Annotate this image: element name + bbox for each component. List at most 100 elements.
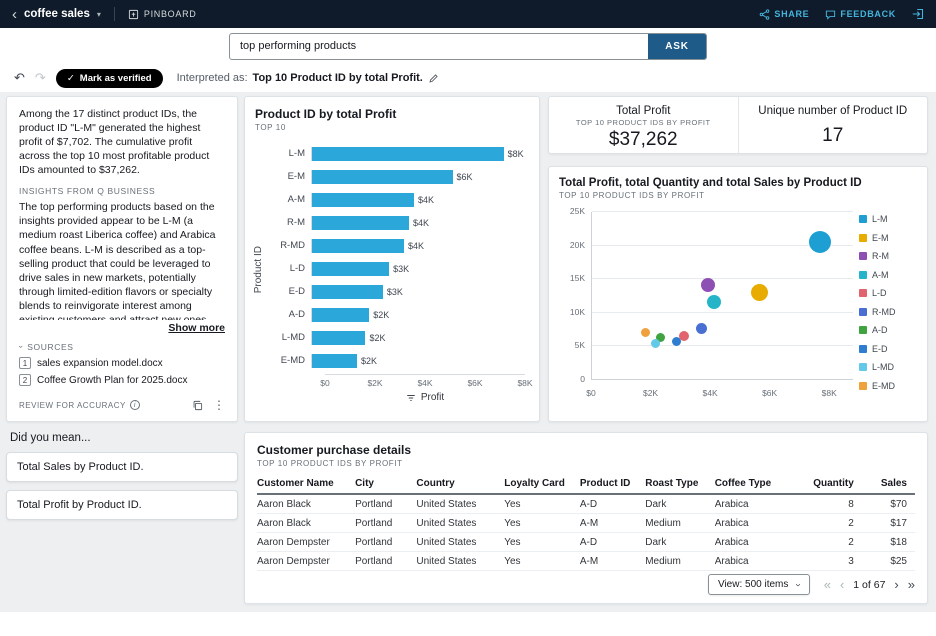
show-more-link[interactable]: Show more [19, 322, 225, 334]
did-you-mean-list: Total Sales by Product ID. Total Profit b… [6, 452, 238, 520]
sources-header-label: SOURCES [27, 342, 73, 352]
bar-row[interactable]: E-MD$2K [269, 349, 529, 372]
bar-row[interactable]: A-M$4K [269, 188, 529, 211]
column-header[interactable]: Country [416, 474, 504, 494]
bar-row[interactable]: L-D$3K [269, 257, 529, 280]
legend-item[interactable]: E-D [859, 344, 917, 354]
legend-label: E-MD [872, 381, 895, 391]
bar[interactable] [312, 262, 389, 276]
table-scroll-area[interactable]: Customer NameCityCountryLoyalty CardProd… [257, 474, 915, 571]
kpi-unique-product-ids: Unique number of Product ID 17 [739, 97, 928, 153]
scatter-point-L-MD[interactable] [651, 339, 660, 348]
bar[interactable] [312, 193, 414, 207]
bar[interactable] [312, 170, 453, 184]
bar-row[interactable]: E-D$3K [269, 280, 529, 303]
scatter-point-A-M[interactable] [707, 295, 721, 309]
question-search-box: ASK [229, 33, 707, 60]
edit-pencil-icon[interactable] [428, 73, 439, 84]
bar-row[interactable]: R-MD$4K [269, 234, 529, 257]
column-header[interactable]: Roast Type [645, 474, 714, 494]
scatter-point-R-MD[interactable] [696, 323, 707, 334]
column-header[interactable]: Product ID [580, 474, 645, 494]
table-cell: Arabica [715, 552, 801, 571]
column-header[interactable]: City [355, 474, 416, 494]
bar-value-label: $4K [413, 218, 429, 228]
first-page-icon[interactable]: « [824, 578, 831, 591]
bar-row[interactable]: A-D$2K [269, 303, 529, 326]
table-row: Aaron BlackPortlandUnited StatesYesA-MMe… [257, 514, 915, 533]
column-header[interactable]: Customer Name [257, 474, 355, 494]
view-items-dropdown[interactable]: View: 500 items › [708, 574, 810, 595]
scatter-point-E-MD[interactable] [641, 328, 650, 337]
top-bar: ‹ coffee sales ▾ PINBOARD SHARE FEEDBACK [0, 0, 936, 28]
source-item[interactable]: 2Coffee Growth Plan for 2025.docx [19, 374, 225, 386]
table-cell: Yes [504, 514, 580, 533]
bar-row[interactable]: L-MD$2K [269, 326, 529, 349]
pinboard-button[interactable]: PINBOARD [128, 9, 197, 20]
bar[interactable] [312, 354, 357, 368]
bar[interactable] [312, 216, 409, 230]
legend-item[interactable]: R-MD [859, 307, 917, 317]
divider [114, 7, 115, 21]
sources-toggle[interactable]: › SOURCES [19, 342, 225, 352]
table-cell: Portland [355, 533, 416, 552]
copy-icon[interactable] [192, 400, 203, 411]
bar[interactable] [312, 285, 383, 299]
feedback-button[interactable]: FEEDBACK [825, 9, 896, 20]
legend-item[interactable]: R-M [859, 251, 917, 261]
source-item[interactable]: 1sales expansion model.docx [19, 357, 225, 369]
suggestion-card[interactable]: Total Profit by Product ID. [6, 490, 238, 520]
legend-item[interactable]: E-M [859, 233, 917, 243]
bar-row[interactable]: E-M$6K [269, 165, 529, 188]
scatter-point-E-M[interactable] [751, 284, 768, 301]
back-icon[interactable]: ‹ [12, 7, 17, 22]
legend-item[interactable]: A-M [859, 270, 917, 280]
share-icon [759, 9, 770, 20]
bar-row[interactable]: L-M$8K [269, 142, 529, 165]
search-input[interactable] [230, 40, 648, 52]
scatter-point-L-M[interactable] [809, 231, 831, 253]
legend-item[interactable]: A-D [859, 325, 917, 335]
redo-icon[interactable]: ↷ [35, 70, 46, 86]
scatter-chart-panel: Total Profit, total Quantity and total S… [548, 166, 928, 422]
kebab-menu-icon[interactable]: ⋮ [213, 399, 225, 411]
legend-item[interactable]: L-D [859, 288, 917, 298]
sign-out-button[interactable] [912, 8, 924, 20]
bar[interactable] [312, 308, 369, 322]
chevron-down-icon: › [17, 345, 25, 348]
table-cell: 8 [801, 494, 862, 514]
share-button[interactable]: SHARE [759, 9, 809, 20]
sign-out-icon [912, 8, 924, 20]
legend-item[interactable]: L-M [859, 214, 917, 224]
scatter-point-E-D[interactable] [672, 337, 681, 346]
bar-track: $3K [311, 262, 511, 276]
bar[interactable] [312, 239, 404, 253]
undo-icon[interactable]: ↶ [14, 70, 25, 86]
column-header[interactable]: Sales [862, 474, 915, 494]
pinboard-title[interactable]: coffee sales [24, 8, 90, 20]
scatter-point-R-M[interactable] [701, 278, 715, 292]
bar-category-label: L-D [269, 263, 311, 274]
bar[interactable] [312, 147, 504, 161]
sort-icon[interactable] [406, 393, 416, 403]
column-header[interactable]: Quantity [801, 474, 862, 494]
bar-row[interactable]: R-M$4K [269, 211, 529, 234]
column-header[interactable]: Loyalty Card [504, 474, 580, 494]
info-icon[interactable]: i [130, 400, 140, 410]
chevron-down-icon[interactable]: ▾ [97, 10, 101, 19]
bar[interactable] [312, 331, 365, 345]
suggestion-card[interactable]: Total Sales by Product ID. [6, 452, 238, 482]
last-page-icon[interactable]: » [908, 578, 915, 591]
gridline [592, 312, 853, 313]
table-cell: Arabica [715, 514, 801, 533]
mark-as-verified-button[interactable]: ✓ Mark as verified [56, 69, 163, 88]
previous-page-icon[interactable]: ‹ [840, 578, 844, 591]
bar-value-label: $2K [373, 310, 389, 320]
column-header[interactable]: Coffee Type [715, 474, 801, 494]
ask-button[interactable]: ASK [648, 34, 706, 59]
legend-item[interactable]: E-MD [859, 381, 917, 391]
legend-item[interactable]: L-MD [859, 362, 917, 372]
kpi-total-profit: Total Profit TOP 10 PRODUCT IDS BY PROFI… [549, 97, 739, 153]
next-page-icon[interactable]: › [894, 578, 898, 591]
table-cell: Yes [504, 533, 580, 552]
